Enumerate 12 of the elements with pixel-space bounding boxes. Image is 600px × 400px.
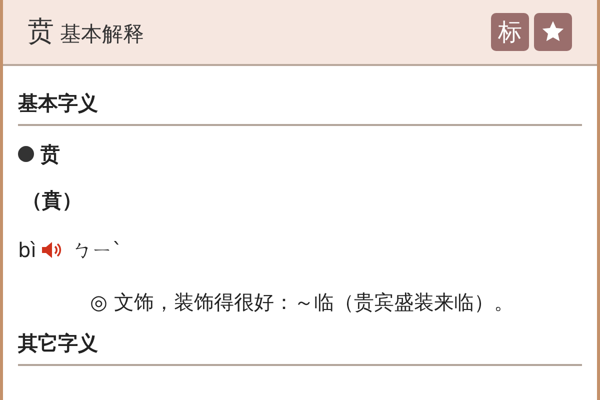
section-heading: 其它字义 <box>18 331 98 355</box>
traditional-form: （賁） <box>22 188 82 212</box>
definition-text: ◎ 文饰，装饰得很好：～临（贵宾盛装来临）。 <box>89 289 515 316</box>
bullet-icon <box>18 146 34 162</box>
pinyin: bì <box>18 237 36 264</box>
headword: 贲 <box>40 141 60 168</box>
header-character: 贲 <box>27 15 54 49</box>
header-title: 基本解释 <box>60 21 144 48</box>
favorite-button[interactable] <box>534 13 572 51</box>
section-heading: 基本字义 <box>18 91 98 115</box>
tag-button[interactable]: 标 <box>491 13 529 51</box>
zhuyin: ㄅㄧˋ <box>72 237 122 264</box>
